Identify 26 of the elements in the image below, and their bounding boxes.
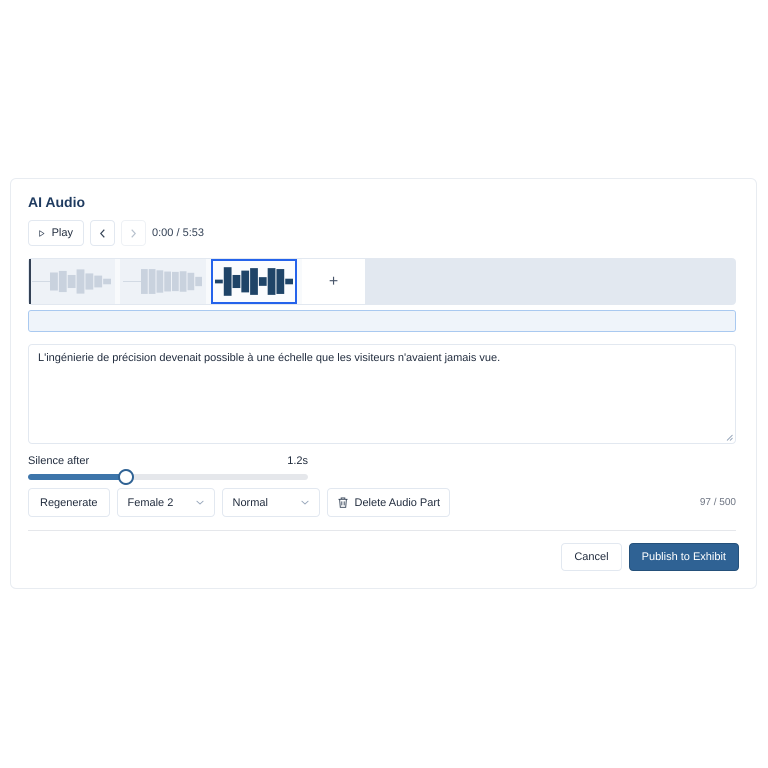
regenerate-button[interactable]: Regenerate [28,488,110,517]
dropdown[interactable]: Female 2 [116,488,214,517]
time-display: 0:00 / 5:53 [152,227,204,239]
playhead-line [29,259,30,304]
chevron-down-icon [300,500,308,505]
input-field[interactable] [28,310,736,332]
delete-button[interactable]: Delete Audio Part [326,488,450,517]
add-segment-button[interactable]: + [302,259,365,304]
chevron-right-icon [131,228,136,238]
slider-track[interactable] [28,469,308,485]
chevron-down-icon [196,500,204,505]
dropdown[interactable]: Normal [222,488,320,517]
trash-icon [338,497,348,508]
character-count: 97 / 500 [700,497,736,508]
slider-label: Silence after [28,454,90,468]
publish-button[interactable]: Publish to Exhibit [628,543,739,571]
panel-title: AI Audio [28,193,86,212]
slider-value: 1.2s [287,454,308,468]
previous-button[interactable] [90,220,115,246]
text-area[interactable]: L'ingénierie de précision devenait possible à une échelle que les visiteurs n'avaient jamais vue. [28,344,736,444]
play-icon [39,228,45,238]
resize-grip-icon[interactable] [726,434,733,441]
cancel-button[interactable]: Cancel [561,543,622,571]
play-button[interactable]: Play [28,220,84,246]
chevron-left-icon [100,228,105,238]
slider-thumb[interactable] [118,469,134,485]
